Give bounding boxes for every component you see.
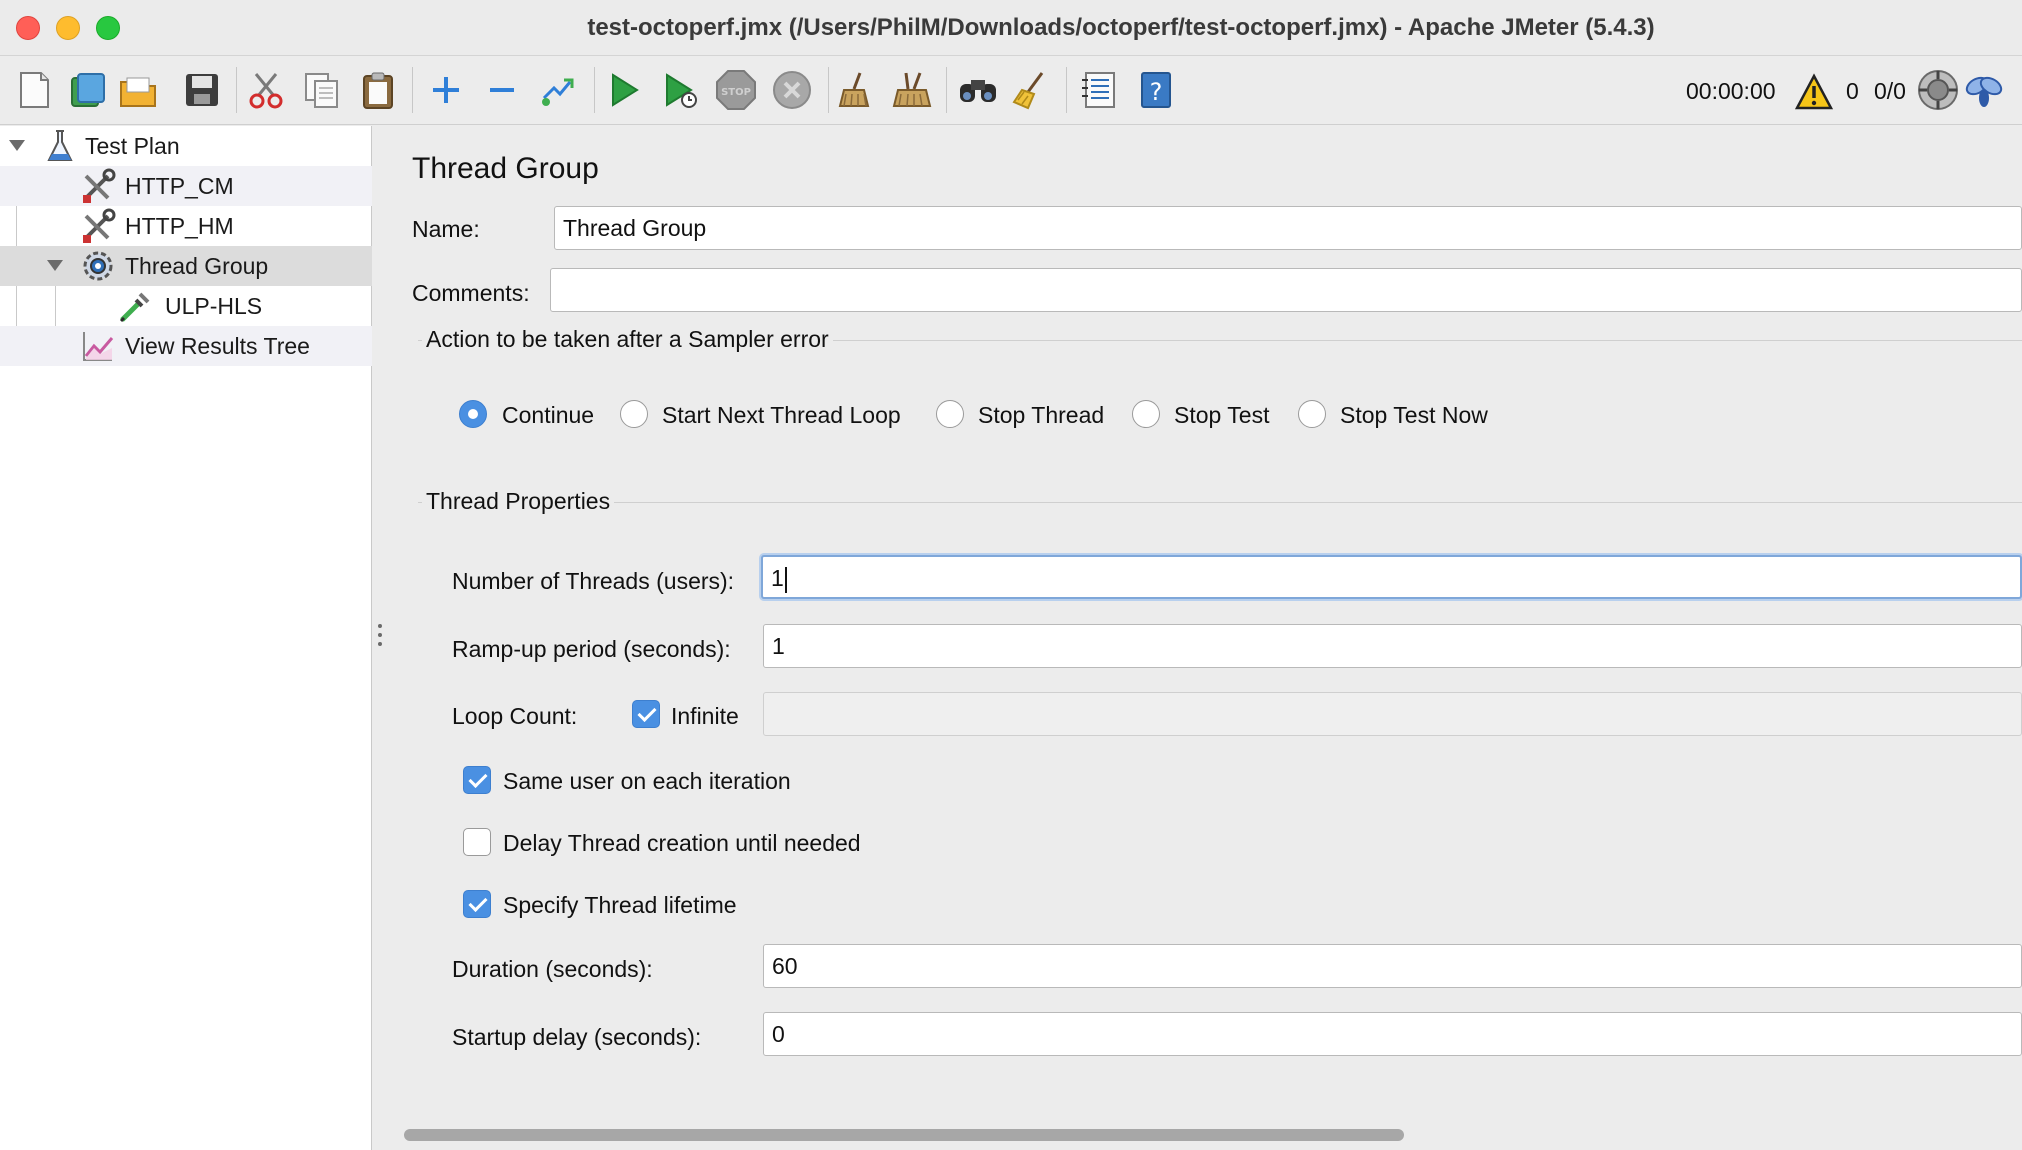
clear-icon[interactable] <box>834 67 878 113</box>
expanded-caret-icon[interactable] <box>9 140 25 151</box>
tree-item-http-cm[interactable]: HTTP_CM <box>0 166 372 206</box>
config-element-icon <box>80 168 116 204</box>
svg-text:STOP: STOP <box>721 87 751 98</box>
shutdown-icon[interactable] <box>770 67 814 113</box>
help-icon[interactable]: ? <box>1134 67 1178 113</box>
tree-item-label: Thread Group <box>125 252 269 279</box>
stop-icon[interactable]: STOP <box>714 67 758 113</box>
same-user-checkbox[interactable] <box>463 766 491 794</box>
name-label: Name: <box>412 216 480 242</box>
log-viewer-icon[interactable] <box>1962 67 2006 113</box>
radio-stop-test-now[interactable] <box>1298 400 1326 428</box>
radio-stop-thread[interactable] <box>936 400 964 428</box>
tree-item-thread-group[interactable]: Thread Group <box>0 246 372 286</box>
elapsed-time: 00:00:00 <box>1686 78 1776 104</box>
tree-item-label: HTTP_CM <box>125 172 234 199</box>
radio-stop-test-now-label[interactable]: Stop Test Now <box>1340 402 1488 429</box>
radio-continue-label[interactable]: Continue <box>502 402 594 429</box>
test-plan-icon <box>42 128 78 164</box>
config-element-icon <box>80 208 116 244</box>
radio-start-next-thread-loop-label[interactable]: Start Next Thread Loop <box>662 402 901 429</box>
toolbar: STOP ? 00:00:00 0 0/0 <box>0 57 2022 125</box>
warning-count: 0 <box>1846 78 1859 104</box>
remote-status-icon <box>1916 67 1960 113</box>
rampup-label: Ramp-up period (seconds): <box>452 636 731 662</box>
tree-item-label: Test Plan <box>85 132 180 159</box>
toggle-icon[interactable] <box>536 67 580 113</box>
start-no-pauses-icon[interactable] <box>658 67 702 113</box>
templates-icon[interactable] <box>66 67 110 113</box>
radio-stop-test-label[interactable]: Stop Test <box>1174 402 1269 429</box>
panel-splitter[interactable] <box>373 126 387 1150</box>
thread-group-icon <box>80 248 116 284</box>
new-icon[interactable] <box>12 67 56 113</box>
rampup-input[interactable]: 1 <box>763 624 2022 668</box>
active-threads: 0/0 <box>1874 78 1906 104</box>
paste-icon[interactable] <box>356 67 400 113</box>
listener-icon <box>80 328 116 364</box>
loop-count-label: Loop Count: <box>452 703 578 729</box>
startup-delay-label: Startup delay (seconds): <box>452 1024 702 1050</box>
tree-item-label: HTTP_HM <box>125 212 234 239</box>
tree-item-label: ULP-HLS <box>165 292 263 319</box>
sampler-error-group-title: Action to be taken after a Sampler error <box>422 326 833 353</box>
num-threads-label: Number of Threads (users): <box>452 568 735 594</box>
copy-icon[interactable] <box>300 67 344 113</box>
startup-delay-input[interactable]: 0 <box>763 1012 2022 1056</box>
sampler-icon <box>118 288 154 324</box>
svg-text:?: ? <box>1150 78 1163 106</box>
horizontal-scrollbar[interactable] <box>396 1126 2022 1144</box>
clear-all-icon[interactable] <box>890 67 934 113</box>
panel-title: Thread Group <box>412 152 599 185</box>
thread-group-panel: Thread Group Name: Thread Group Comments… <box>388 126 2022 1150</box>
open-icon[interactable] <box>116 67 160 113</box>
warning-icon[interactable] <box>1792 69 1836 115</box>
infinite-label[interactable]: Infinite <box>671 703 739 730</box>
radio-start-next-thread-loop[interactable] <box>620 400 648 428</box>
same-user-label[interactable]: Same user on each iteration <box>503 768 791 795</box>
thread-properties-group-title: Thread Properties <box>422 488 615 515</box>
save-icon[interactable] <box>180 67 224 113</box>
expand-icon[interactable] <box>424 67 468 113</box>
delay-thread-creation-label[interactable]: Delay Thread creation until needed <box>503 830 861 857</box>
comments-field[interactable] <box>550 268 2022 312</box>
start-icon[interactable] <box>602 67 646 113</box>
scrollbar-thumb[interactable] <box>404 1129 1404 1141</box>
function-helper-icon[interactable] <box>1078 67 1122 113</box>
infinite-checkbox[interactable] <box>632 700 660 728</box>
radio-stop-test[interactable] <box>1132 400 1160 428</box>
tree-item-test-plan[interactable]: Test Plan <box>0 126 372 166</box>
name-field[interactable]: Thread Group <box>554 206 2022 250</box>
test-plan-tree: Test Plan HTTP_CM HTTP_HM Thread Group U… <box>0 126 372 1150</box>
radio-continue[interactable] <box>459 400 487 428</box>
tree-item-http-hm[interactable]: HTTP_HM <box>0 206 372 246</box>
text-caret <box>784 566 787 593</box>
num-threads-input[interactable]: 1 <box>761 555 2022 599</box>
radio-stop-thread-label[interactable]: Stop Thread <box>978 402 1104 429</box>
duration-label: Duration (seconds): <box>452 956 653 982</box>
specify-thread-lifetime-checkbox[interactable] <box>463 890 491 918</box>
duration-input[interactable]: 60 <box>763 944 2022 988</box>
tree-item-ulp-hls[interactable]: ULP-HLS <box>0 286 372 326</box>
cut-icon[interactable] <box>244 67 288 113</box>
expanded-caret-icon[interactable] <box>47 260 63 271</box>
title-bar: test-octoperf.jmx (/Users/PhilM/Download… <box>0 0 2022 56</box>
collapse-icon[interactable] <box>480 67 524 113</box>
specify-thread-lifetime-label[interactable]: Specify Thread lifetime <box>503 892 737 919</box>
delay-thread-creation-checkbox[interactable] <box>463 828 491 856</box>
reset-search-icon[interactable] <box>1010 67 1054 113</box>
tree-item-label: View Results Tree <box>125 332 310 359</box>
loop-count-input[interactable] <box>763 692 2022 736</box>
window-title: test-octoperf.jmx (/Users/PhilM/Download… <box>587 14 1655 41</box>
search-icon[interactable] <box>956 67 1000 113</box>
tree-item-view-results-tree[interactable]: View Results Tree <box>0 326 372 366</box>
num-threads-value: 1 <box>771 565 784 591</box>
comments-label: Comments: <box>412 280 530 306</box>
